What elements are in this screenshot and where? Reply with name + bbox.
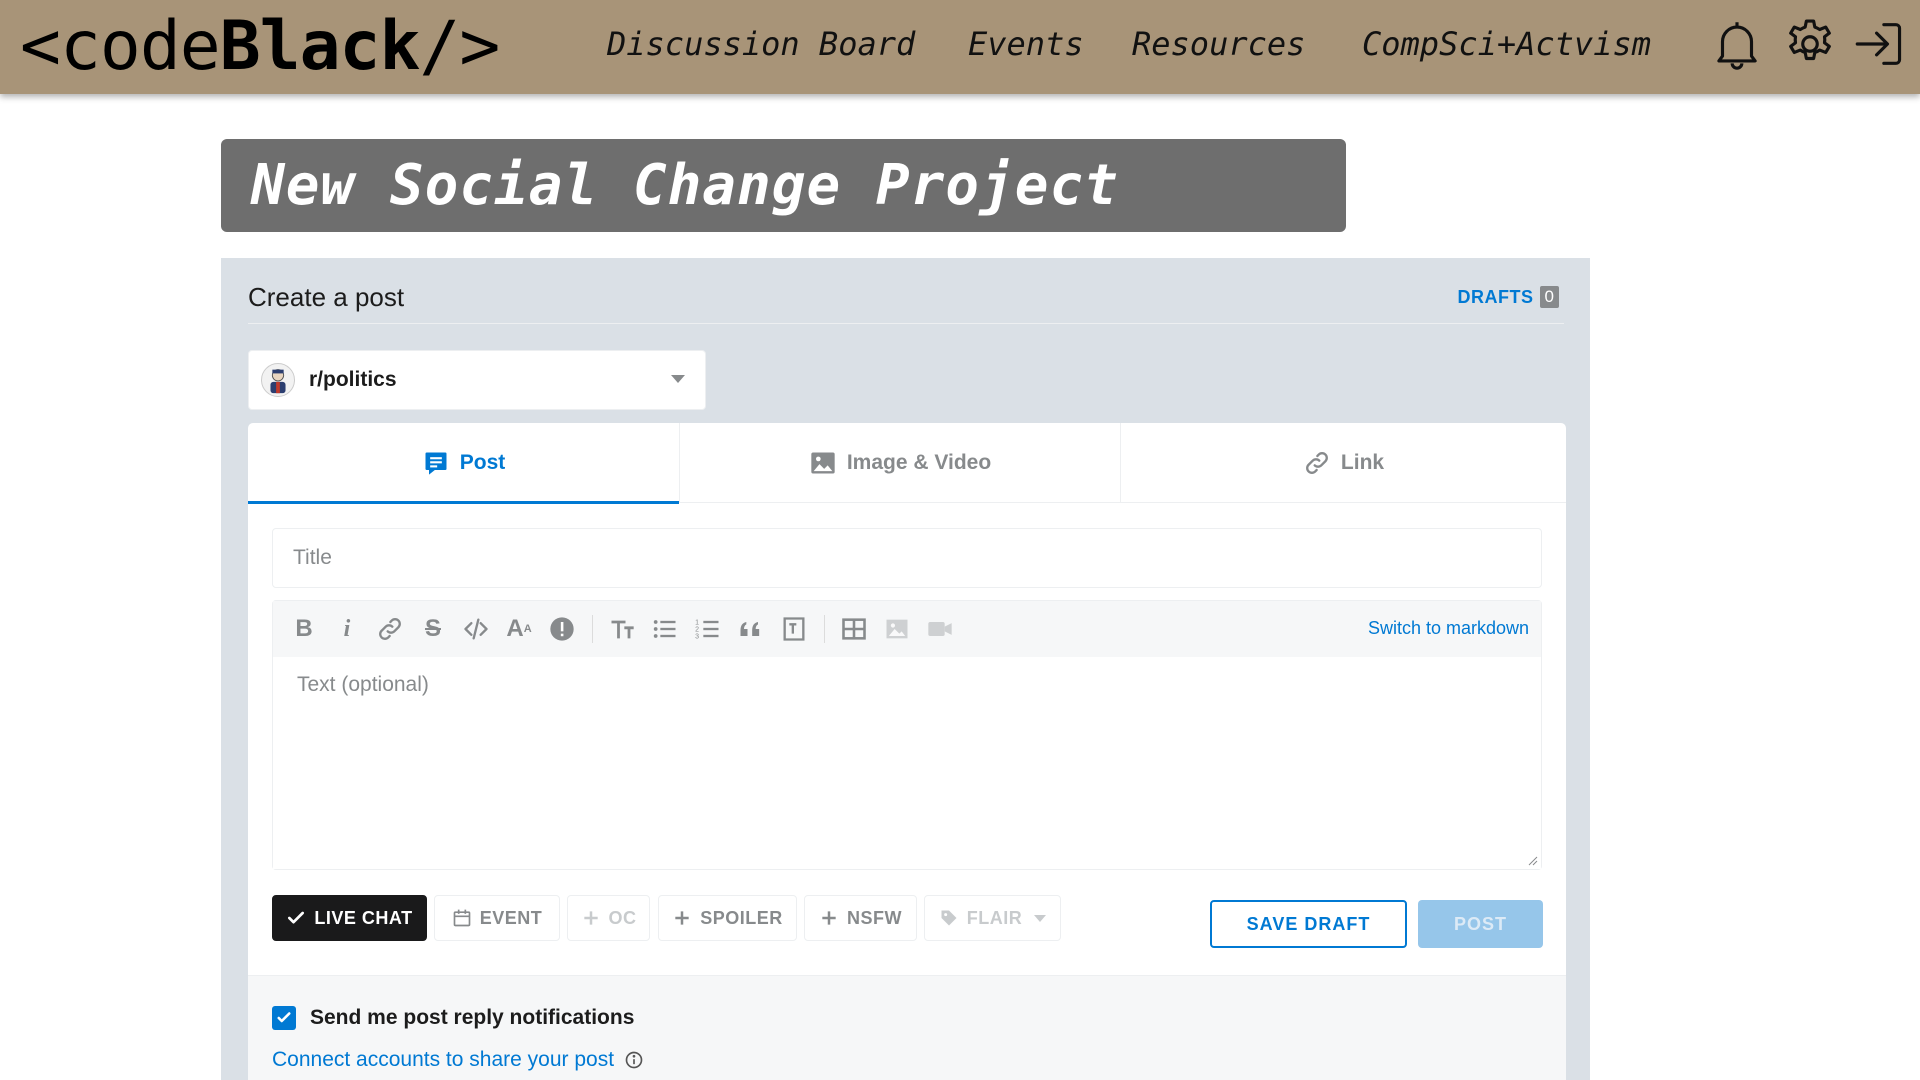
top-nav-bar: <code Black/> Discussion Board Events Res…	[0, 0, 1920, 94]
calendar-icon	[453, 909, 471, 927]
nsfw-chip[interactable]: NSFW	[804, 895, 917, 941]
bulleted-list-icon[interactable]	[648, 612, 682, 646]
bold-icon[interactable]: B	[287, 612, 321, 646]
check-icon	[288, 911, 305, 924]
svg-text:2: 2	[695, 626, 699, 633]
create-post-header: Create a post DRAFTS 0	[248, 258, 1564, 324]
plus-icon	[583, 911, 598, 925]
tab-image-video-label: Image & Video	[846, 451, 992, 474]
heading-icon[interactable]	[605, 612, 639, 646]
live-chat-label: LIVE CHAT	[314, 907, 413, 928]
notify-checkbox[interactable]	[272, 1006, 296, 1030]
post-button[interactable]: POST	[1418, 900, 1543, 948]
post-body-textarea[interactable]	[273, 657, 1541, 869]
event-label: EVENT	[479, 907, 543, 928]
logo-open-text: <code	[20, 6, 221, 86]
resize-handle-icon[interactable]	[1526, 854, 1538, 866]
link-icon	[1305, 452, 1328, 474]
tab-image-video[interactable]: Image & Video	[680, 423, 1121, 503]
inline-code-icon[interactable]	[459, 612, 493, 646]
post-icon	[425, 452, 447, 475]
spoiler-icon[interactable]	[545, 612, 579, 646]
connect-accounts-row: Connect accounts to share your post	[272, 1048, 644, 1072]
community-selector[interactable]: r/politics	[248, 350, 706, 410]
spoiler-label: SPOILER	[700, 907, 783, 928]
table-icon[interactable]	[837, 612, 871, 646]
tab-link-label: Link	[1340, 451, 1385, 474]
post-type-tabs: Post Image & Video Link	[248, 423, 1566, 504]
nav-link-resources[interactable]: Resources	[1132, 22, 1305, 66]
bell-icon[interactable]	[1708, 15, 1766, 73]
tag-icon	[941, 910, 957, 926]
create-post-panel: Create a post DRAFTS 0 r/politics Post I…	[221, 258, 1590, 1080]
logo-bold-text: Black	[219, 6, 421, 86]
strikethrough-icon[interactable]: S	[416, 612, 450, 646]
image-icon	[811, 452, 835, 474]
nsfw-label: NSFW	[847, 907, 902, 928]
video-icon[interactable]	[923, 612, 957, 646]
notify-checkbox-row[interactable]: Send me post reply notifications	[272, 1006, 634, 1030]
svg-text:3: 3	[695, 633, 699, 640]
site-logo[interactable]: <code Black/>	[20, 4, 500, 88]
toolbar-divider	[824, 615, 825, 643]
logo-close-text: />	[419, 6, 500, 86]
svg-text:1: 1	[695, 619, 699, 626]
page-title: New Social Change Project	[251, 153, 1119, 218]
info-icon[interactable]	[624, 1050, 644, 1070]
post-options-footer: Send me post reply notifications Connect…	[248, 975, 1566, 1080]
create-post-title: Create a post	[248, 282, 405, 312]
link-icon[interactable]	[373, 612, 407, 646]
superscript-icon[interactable]: AA	[502, 612, 536, 646]
italic-icon[interactable]: i	[330, 612, 364, 646]
image-icon[interactable]	[880, 612, 914, 646]
toolbar-divider	[592, 615, 593, 643]
tab-post[interactable]: Post	[248, 423, 680, 504]
flair-chip[interactable]: FLAIR	[924, 895, 1061, 941]
gear-icon[interactable]	[1781, 15, 1839, 73]
formatting-toolbar: B i S AA 1 2 3	[273, 601, 1541, 657]
spoiler-chip[interactable]: SPOILER	[658, 895, 797, 941]
chevron-down-icon	[1034, 914, 1047, 922]
live-chat-chip[interactable]: LIVE CHAT	[272, 895, 427, 941]
drafts-button[interactable]: DRAFTS 0	[1458, 286, 1559, 308]
post-editor-card: Post Image & Video Link B	[248, 423, 1566, 1080]
nav-link-events[interactable]: Events	[968, 22, 1084, 66]
numbered-list-icon[interactable]: 123	[691, 612, 725, 646]
check-icon	[277, 1012, 291, 1023]
logout-icon[interactable]	[1850, 15, 1908, 73]
event-chip[interactable]: EVENT	[434, 895, 560, 941]
connect-accounts-link[interactable]: Connect accounts to share your post	[272, 1048, 614, 1072]
chevron-down-icon	[671, 375, 685, 383]
tab-post-label: Post	[459, 451, 506, 474]
switch-to-markdown-link[interactable]: Switch to markdown	[1368, 618, 1529, 639]
plus-icon	[822, 911, 836, 925]
plus-icon	[675, 911, 689, 925]
title-input[interactable]	[272, 528, 1542, 588]
tab-link[interactable]: Link	[1121, 423, 1566, 503]
nav-link-discussion-board[interactable]: Discussion Board	[607, 22, 915, 66]
save-draft-button[interactable]: SAVE DRAFT	[1210, 900, 1407, 948]
nav-link-compsci-activism[interactable]: CompSci+Actvism	[1362, 22, 1651, 66]
code-block-icon[interactable]	[777, 612, 811, 646]
community-name: r/politics	[309, 368, 397, 391]
drafts-label: DRAFTS	[1457, 286, 1534, 307]
oc-label: OC	[608, 907, 637, 928]
oc-chip[interactable]: OC	[567, 895, 650, 941]
notify-label: Send me post reply notifications	[310, 1006, 635, 1029]
rich-text-editor: B i S AA 1 2 3 Switch to markdown Text (…	[272, 600, 1542, 870]
community-avatar-icon	[261, 363, 295, 397]
quote-block-icon[interactable]	[734, 612, 768, 646]
page-banner: New Social Change Project	[221, 139, 1346, 232]
drafts-count-badge: 0	[1539, 286, 1559, 308]
flair-label: FLAIR	[966, 907, 1023, 928]
